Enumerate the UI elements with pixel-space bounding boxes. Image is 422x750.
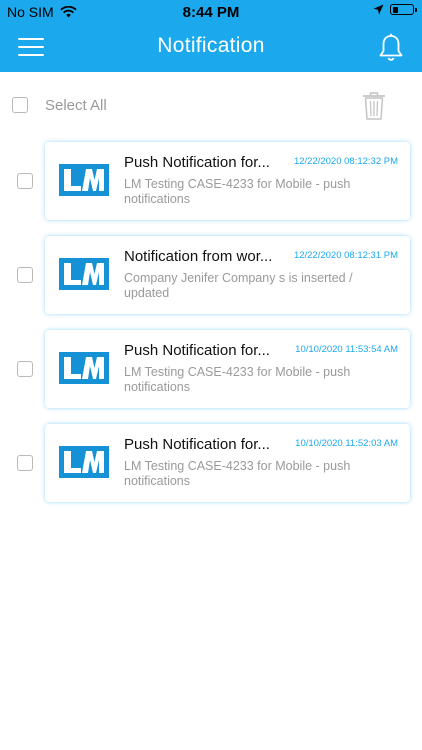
page-title: Notification [157, 34, 265, 57]
battery-icon [390, 4, 417, 15]
notification-card[interactable]: Push Notification for... 10/10/2020 11:5… [45, 330, 410, 408]
notification-row: Push Notification for... 10/10/2020 11:5… [0, 424, 422, 518]
notification-checkbox[interactable] [17, 455, 33, 471]
notification-timestamp: 10/10/2020 11:53:54 AM [295, 344, 398, 355]
nav-bar: Notification [0, 24, 422, 72]
notification-list: Push Notification for... 12/22/2020 08:1… [0, 142, 422, 518]
bell-icon [379, 33, 403, 61]
notification-body: LM Testing CASE-4233 for Mobile - push n… [124, 459, 351, 488]
notification-title: Push Notification for... [124, 154, 270, 171]
notification-checkbox[interactable] [17, 173, 33, 189]
lm-logo-icon [59, 352, 109, 384]
notification-checkbox[interactable] [17, 267, 33, 283]
notification-row: Push Notification for... 10/10/2020 11:5… [0, 330, 422, 424]
notification-title: Notification from wor... [124, 248, 273, 265]
notification-card[interactable]: Push Notification for... 10/10/2020 11:5… [45, 424, 410, 502]
notifications-button[interactable] [378, 33, 404, 63]
notification-card[interactable]: Push Notification for... 12/22/2020 08:1… [45, 142, 410, 220]
notification-checkbox[interactable] [17, 361, 33, 377]
lm-logo-icon [59, 258, 109, 290]
notification-timestamp: 10/10/2020 11:52:03 AM [295, 438, 398, 449]
notification-body: Company Jenifer Company s is inserted / … [124, 271, 353, 300]
lm-logo-icon [59, 446, 109, 478]
select-all-row: Select All [0, 72, 422, 136]
trash-icon [363, 92, 385, 120]
notification-title: Push Notification for... [124, 342, 270, 359]
notification-body: LM Testing CASE-4233 for Mobile - push n… [124, 177, 351, 206]
delete-button[interactable] [362, 92, 386, 120]
select-all-checkbox[interactable] [12, 97, 28, 113]
notification-row: Push Notification for... 12/22/2020 08:1… [0, 142, 422, 236]
status-bar: No SIM 8:44 PM [0, 0, 422, 24]
lm-logo-icon [59, 164, 109, 196]
clock: 8:44 PM [182, 4, 240, 21]
notification-timestamp: 12/22/2020 08:12:31 PM [293, 250, 398, 261]
notification-title: Push Notification for... [124, 436, 270, 453]
notification-card[interactable]: Notification from wor... 12/22/2020 08:1… [45, 236, 410, 314]
status-right [373, 4, 417, 15]
notification-timestamp: 12/22/2020 08:12:32 PM [293, 156, 398, 167]
location-arrow-icon [373, 4, 384, 15]
select-all-label[interactable]: Select All [45, 97, 107, 114]
notification-row: Notification from wor... 12/22/2020 08:1… [0, 236, 422, 330]
notification-body: LM Testing CASE-4233 for Mobile - push n… [124, 365, 351, 394]
